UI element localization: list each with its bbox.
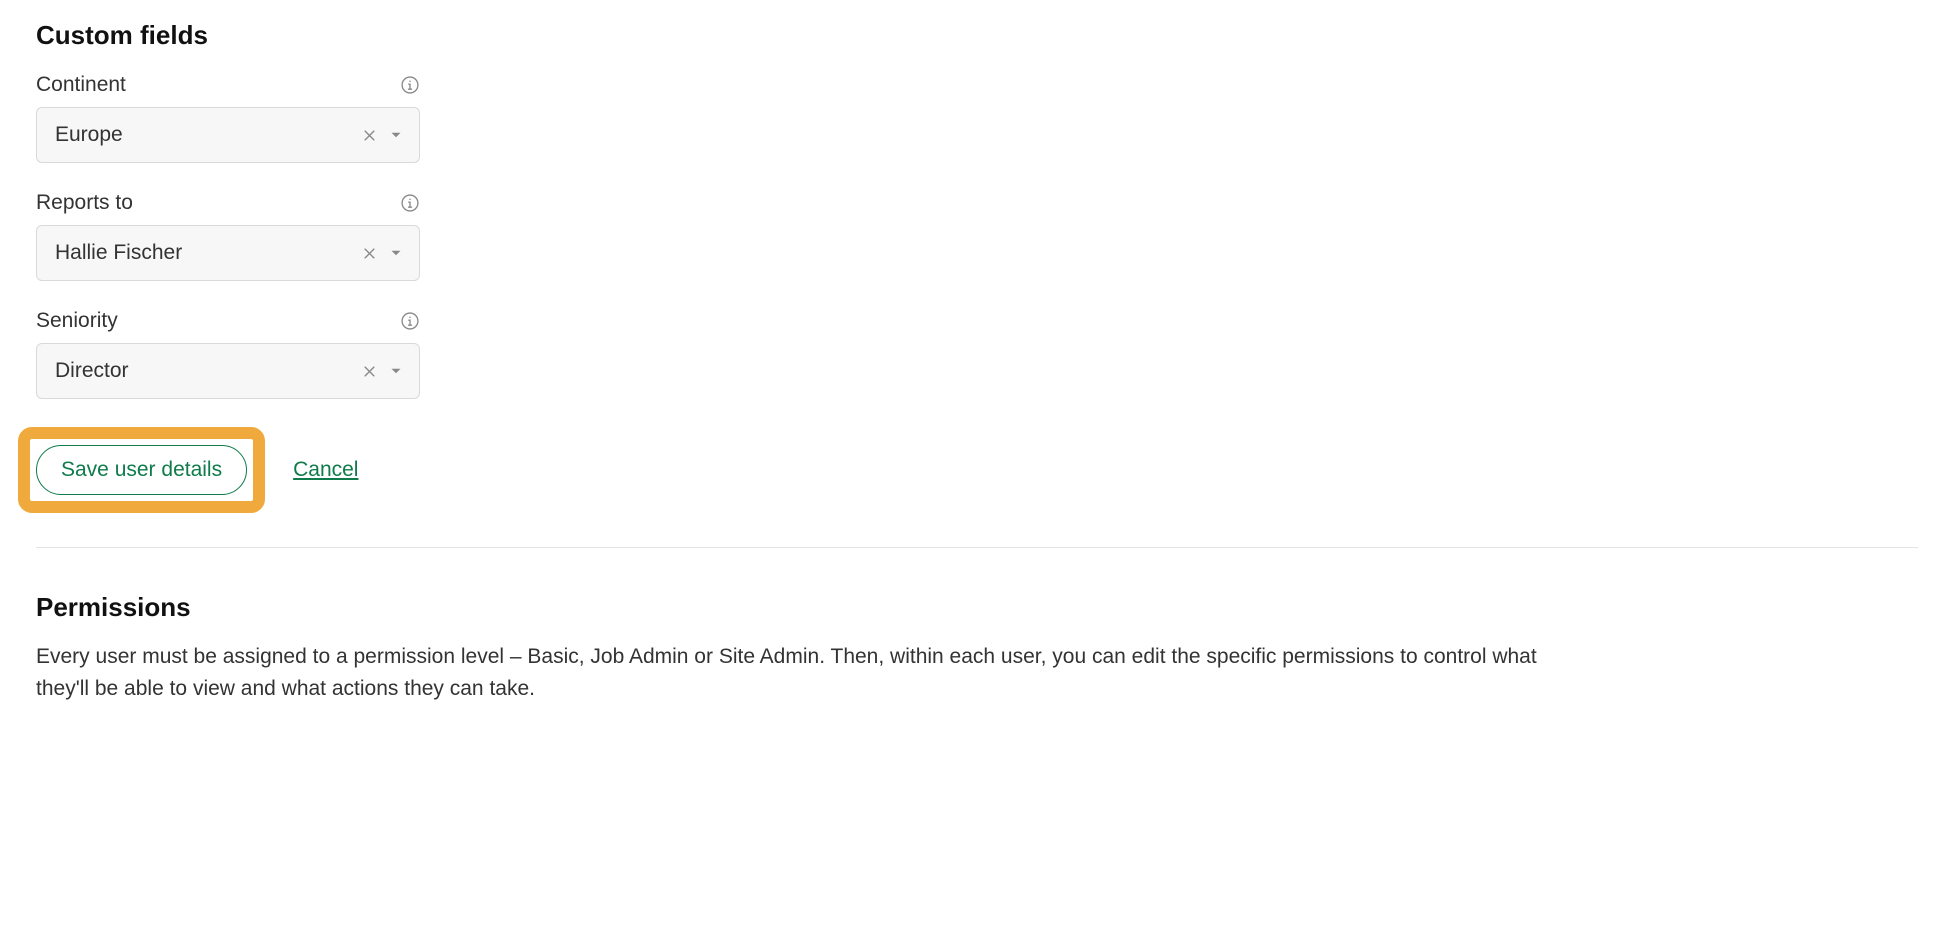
seniority-value: Director [55,359,362,383]
clear-icon[interactable] [362,128,377,143]
field-label-row: Seniority [36,309,420,333]
save-highlight: Save user details [18,427,265,513]
field-seniority: Seniority Director [36,309,1918,399]
custom-fields-heading: Custom fields [36,20,1918,51]
select-controls [362,362,405,380]
continent-label: Continent [36,73,126,97]
permissions-heading: Permissions [36,592,1918,623]
clear-icon[interactable] [362,364,377,379]
chevron-down-icon[interactable] [387,126,405,144]
field-label-row: Continent [36,73,420,97]
clear-icon[interactable] [362,246,377,261]
field-label-row: Reports to [36,191,420,215]
continent-select[interactable]: Europe [36,107,420,163]
reports-to-select[interactable]: Hallie Fischer [36,225,420,281]
continent-value: Europe [55,123,362,147]
cancel-link[interactable]: Cancel [293,458,358,482]
chevron-down-icon[interactable] [387,244,405,262]
seniority-label: Seniority [36,309,118,333]
select-controls [362,244,405,262]
chevron-down-icon[interactable] [387,362,405,380]
field-reports-to: Reports to Hallie Fischer [36,191,1918,281]
info-icon[interactable] [400,193,420,213]
permissions-description: Every user must be assigned to a permiss… [36,641,1546,704]
seniority-select[interactable]: Director [36,343,420,399]
save-user-details-button[interactable]: Save user details [36,445,247,495]
field-continent: Continent Europe [36,73,1918,163]
actions-row: Save user details Cancel [36,427,1918,513]
section-divider [36,547,1918,548]
info-icon[interactable] [400,311,420,331]
info-icon[interactable] [400,75,420,95]
reports-to-value: Hallie Fischer [55,241,362,265]
select-controls [362,126,405,144]
reports-to-label: Reports to [36,191,133,215]
